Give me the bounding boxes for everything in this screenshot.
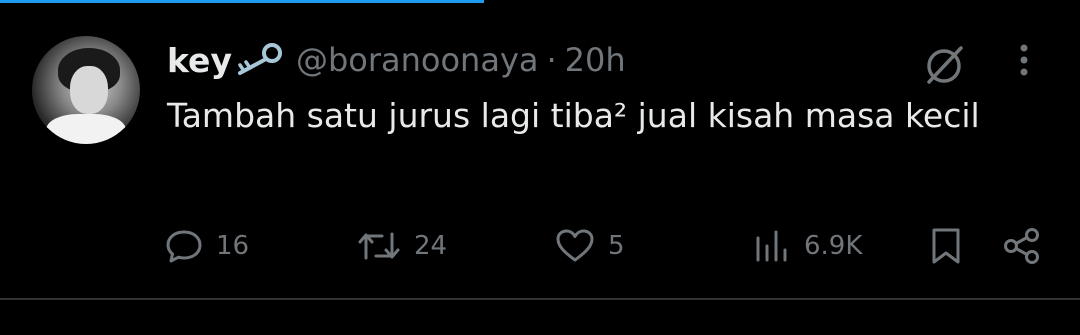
reply-icon [164, 226, 204, 266]
key-emoji-icon [234, 43, 284, 77]
bookmark-button[interactable] [926, 222, 966, 270]
separator-dot: · [546, 41, 557, 79]
reply-button[interactable]: 16 [164, 222, 249, 270]
tweet-actions: 16 24 5 6.9K [0, 222, 1080, 270]
grok-icon[interactable] [921, 42, 967, 88]
views-button[interactable]: 6.9K [752, 222, 862, 270]
user-handle[interactable]: @boranoonaya [296, 41, 539, 79]
more-options-icon[interactable] [1010, 42, 1038, 82]
tweet-divider [0, 298, 1080, 300]
reply-count: 16 [216, 231, 250, 261]
tweet-text: Tambah satu jurus lagi tiba² jual kisah … [167, 96, 980, 135]
avatar[interactable] [32, 36, 140, 144]
retweet-button[interactable]: 24 [356, 222, 447, 270]
avatar-face [70, 66, 108, 114]
share-button[interactable] [1000, 222, 1044, 270]
views-icon [752, 226, 792, 266]
display-name[interactable]: key [167, 41, 232, 80]
like-button[interactable]: 5 [554, 222, 625, 270]
avatar-shirt [46, 114, 126, 144]
share-icon [1000, 226, 1044, 266]
like-count: 5 [608, 231, 625, 261]
tweet[interactable]: key @boranoonaya · 20h Tambah satu jurus… [0, 0, 1080, 298]
views-count: 6.9K [804, 231, 863, 261]
retweet-icon [356, 226, 402, 266]
tweet-header: key @boranoonaya · 20h [167, 38, 626, 82]
retweet-count: 24 [414, 231, 448, 261]
heart-icon [554, 226, 596, 266]
bookmark-icon [926, 226, 966, 266]
timestamp[interactable]: 20h [565, 41, 626, 79]
